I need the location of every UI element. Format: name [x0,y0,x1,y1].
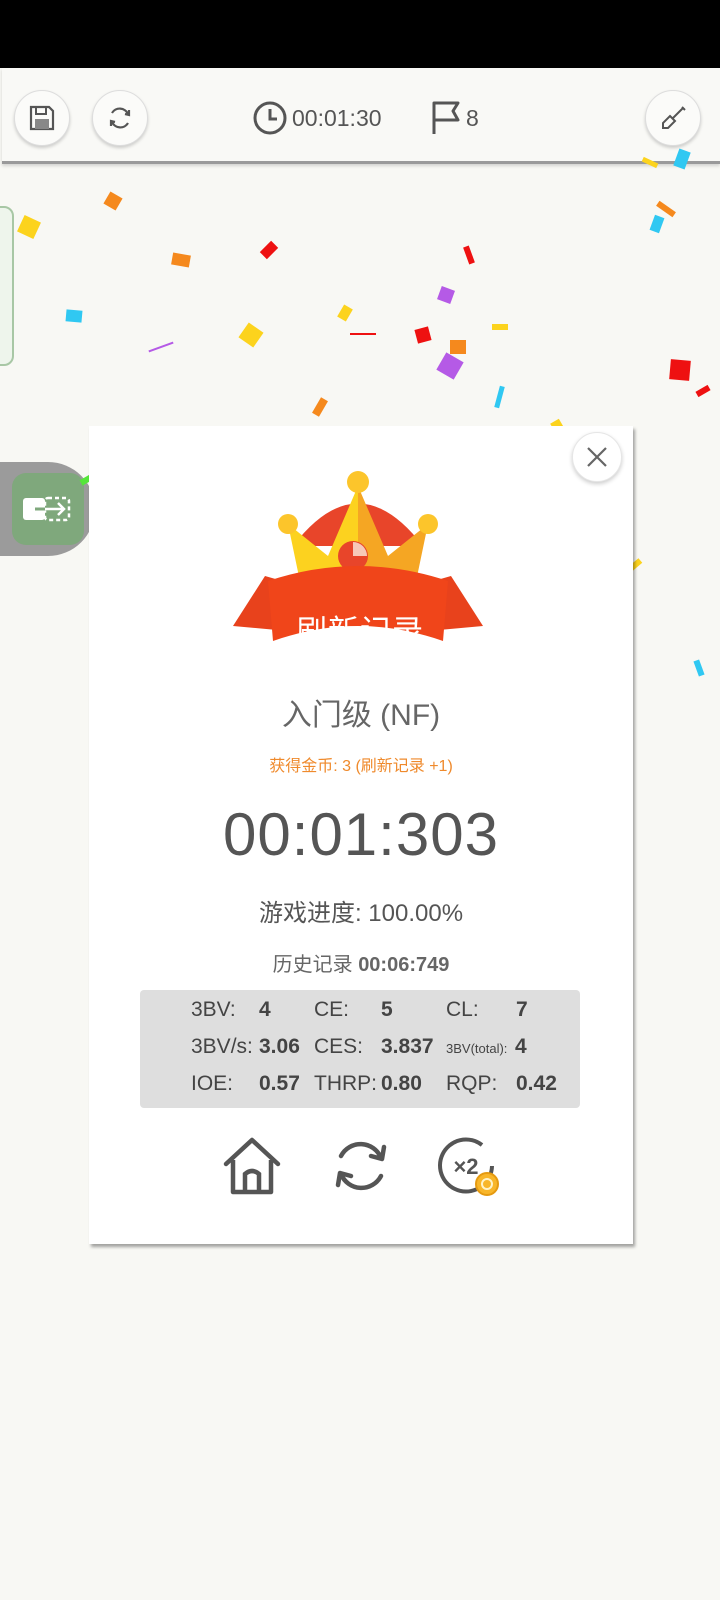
side-drawer-handle[interactable] [0,206,14,366]
stats-panel: 3BV: 4 CE: 5 CL: 7 3BV/s: 3.06 CES: 3.83… [140,990,580,1108]
stat-label: IOE: [191,1072,234,1095]
stat-value: 5 [381,998,393,1021]
stats-row: 3BV/s: 3.06 CES: 3.837 3BV(total): 4 [140,1035,580,1065]
stat-value: 4 [515,1035,527,1058]
stats-row: 3BV: 4 CE: 5 CL: 7 [140,998,580,1028]
save-button[interactable] [14,90,70,146]
flag-counter: 8 [430,98,479,138]
stat-value: 7 [516,998,528,1021]
shovel-button[interactable] [645,90,701,146]
confetti-piece [337,304,353,322]
history-label: 历史记录 [272,954,353,976]
stat-value: 0.80 [381,1072,422,1095]
new-record-banner: 刷新记录 [296,614,424,649]
double-reward-button[interactable]: ×2 [436,1134,500,1198]
confetti-piece [450,340,466,354]
progress-value: 100.00% [368,900,464,927]
close-button[interactable] [572,432,622,482]
switch-icon [22,496,70,522]
clock-icon [253,101,287,135]
confetti-piece [171,252,191,268]
confetti-piece [148,341,174,353]
flag-icon [432,101,460,134]
stat-value: 4 [259,998,271,1021]
shovel-icon [662,106,686,129]
home-button[interactable] [220,1134,284,1198]
double-reward-icon: ×2 [438,1137,499,1196]
restart-icon [109,107,131,129]
confetti-piece [65,309,83,323]
game-timer: 00:01:30 [252,98,382,138]
confetti-piece [693,659,705,677]
stat-value: 0.42 [516,1072,557,1095]
confetti-piece [436,352,464,380]
stat-label: 3BV: [191,998,236,1021]
close-icon [587,447,607,467]
replay-button[interactable] [329,1134,393,1198]
confetti-piece [103,191,123,211]
confetti-piece [492,324,508,330]
stat-value: 3.837 [381,1035,434,1058]
confetti-piece [350,333,376,335]
game-progress: 游戏进度: 100.00% [89,893,633,928]
stat-value: 0.57 [259,1072,300,1095]
replay-icon [335,1141,387,1191]
stat-label: CL: [446,998,479,1021]
confetti-piece [463,245,475,265]
stat-label: THRP: [314,1072,377,1095]
stat-label: 3BV/s: [191,1035,253,1058]
confetti-piece [259,240,279,260]
double-label: ×2 [453,1154,478,1179]
mode-switch-button[interactable] [0,462,95,556]
confetti-piece [414,326,432,344]
stat-label: CE: [314,998,350,1021]
stat-label: CES: [314,1035,364,1058]
confetti-piece [312,397,328,417]
stat-label: RQP: [446,1072,498,1095]
stat-label: 3BV(total): [446,1041,508,1056]
confetti-piece [656,200,676,218]
difficulty-level: 入门级 (NF) [281,699,441,732]
flag-count: 8 [466,104,479,131]
history-record: 历史记录 00:06:749 [89,948,633,977]
confetti-piece [669,359,691,381]
finish-time: 00:01:303 [223,801,499,868]
home-icon [223,1137,281,1195]
timer-text: 00:01:30 [292,104,382,131]
save-icon [29,105,55,131]
stats-row: IOE: 0.57 THRP: 0.80 RQP: 0.42 [140,1072,580,1102]
confetti-piece [695,384,711,398]
confetti-piece [494,385,505,409]
confetti-piece [17,215,41,239]
status-bar [0,0,720,68]
progress-label: 游戏进度: [258,900,362,927]
confetti-piece [649,214,665,234]
confetti-piece [238,322,264,348]
stat-value: 3.06 [259,1035,300,1058]
history-value: 00:06:749 [358,954,450,976]
restart-button[interactable] [92,90,148,146]
confetti-piece [437,286,455,304]
coins-earned: 获得金币: 3 (刷新记录 +1) [269,758,453,775]
